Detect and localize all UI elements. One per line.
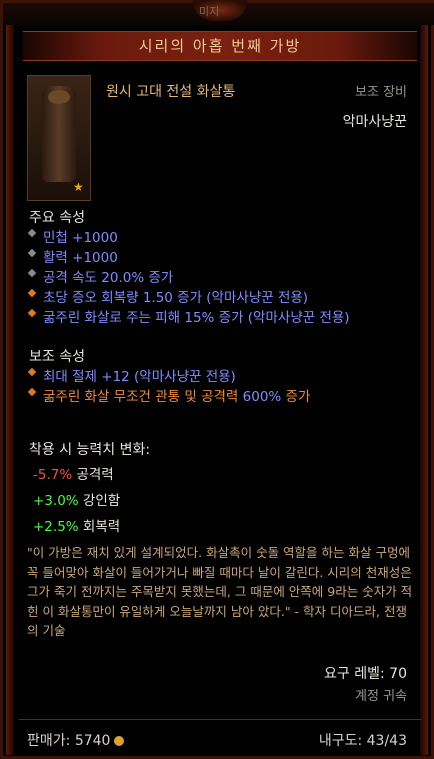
stat-line: 민첩 +1000	[27, 226, 118, 246]
change-label: 강인함	[78, 493, 121, 509]
sell-price: 판매가: 5740	[27, 730, 125, 750]
price-value: 5740	[74, 733, 111, 749]
stat-text: 활력 +1000	[43, 250, 118, 266]
stat-text: 공격 속도 20.0% 증가	[43, 270, 174, 286]
account-bound: 계정 귀속	[355, 689, 407, 704]
change-label: 공격력	[72, 467, 114, 483]
change-label: 회복력	[78, 519, 121, 535]
bullet-icon	[27, 308, 37, 318]
required-level: 요구 레벨: 70	[324, 666, 407, 682]
item-type: 원시 고대 전설 화살통	[106, 84, 236, 100]
bullet-icon	[27, 268, 37, 278]
item-title: 시리의 아홉 번째 가방	[23, 31, 417, 61]
stat-line: 활력 +1000	[27, 246, 118, 266]
left-border	[6, 25, 14, 755]
change-value: +2.5%	[33, 519, 79, 535]
legendary-affix: 굶주린 화살 무조건 관통 및 공격력 600% 증가	[27, 385, 311, 405]
change-row: +3.0% 강인함	[33, 489, 120, 509]
top-partial-text: 미지	[199, 5, 220, 18]
item-class: 악마사냥꾼	[342, 114, 407, 130]
bullet-icon	[27, 288, 37, 298]
bullet-icon	[27, 367, 37, 377]
bullet-icon	[27, 228, 37, 238]
change-row: +2.5% 회복력	[33, 515, 120, 535]
stat-line: 최대 절제 +12 (악마사냥꾼 전용)	[27, 365, 236, 385]
affix-value: 600%	[242, 389, 282, 405]
gold-coin-icon	[114, 736, 125, 746]
durability: 내구도: 43/43	[318, 733, 407, 749]
change-value: -5.7%	[33, 467, 73, 483]
affix-text: 굶주린 화살 무조건 관통 및 공격력	[43, 389, 243, 405]
flavor-text: "이 가방은 재치 있게 설계되었다. 화살촉이 숫돌 역할을 하는 화살 구멍…	[27, 545, 413, 638]
stat-text: 초당 증오 회복량 1.50 증가 (악마사냥꾼 전용)	[43, 290, 309, 306]
price-label: 판매가:	[27, 733, 75, 749]
stat-text: 민첩 +1000	[43, 230, 118, 246]
secondary-heading: 보조 속성	[29, 349, 85, 365]
footer-divider	[19, 719, 421, 720]
bullet-icon	[27, 387, 37, 397]
quiver-icon	[42, 86, 76, 182]
changes-heading: 착용 시 능력치 변화:	[29, 442, 151, 458]
change-row: -5.7% 공격력	[33, 463, 114, 483]
stat-line: 초당 증오 회복량 1.50 증가 (악마사냥꾼 전용)	[27, 286, 309, 306]
item-slot: 보조 장비	[355, 85, 407, 100]
bullet-icon	[27, 248, 37, 258]
right-border	[420, 25, 428, 755]
primal-star-icon: ★	[73, 180, 84, 194]
item-tooltip: 미지 시리의 아홉 번째 가방 ★ 원시 고대 전설 화살통 보조 장비 악마사…	[0, 0, 434, 759]
primary-heading: 주요 속성	[29, 210, 85, 226]
stat-line: 굶주린 화살로 주는 피해 15% 증가 (악마사냥꾼 전용)	[27, 306, 350, 326]
item-icon: ★	[27, 75, 91, 201]
stat-text: 굶주린 화살로 주는 피해 15% 증가 (악마사냥꾼 전용)	[43, 310, 350, 326]
change-value: +3.0%	[33, 493, 79, 509]
stat-line: 공격 속도 20.0% 증가	[27, 266, 174, 286]
stat-text: 최대 절제 +12 (악마사냥꾼 전용)	[43, 369, 236, 385]
affix-text-end: 증가	[281, 389, 311, 405]
